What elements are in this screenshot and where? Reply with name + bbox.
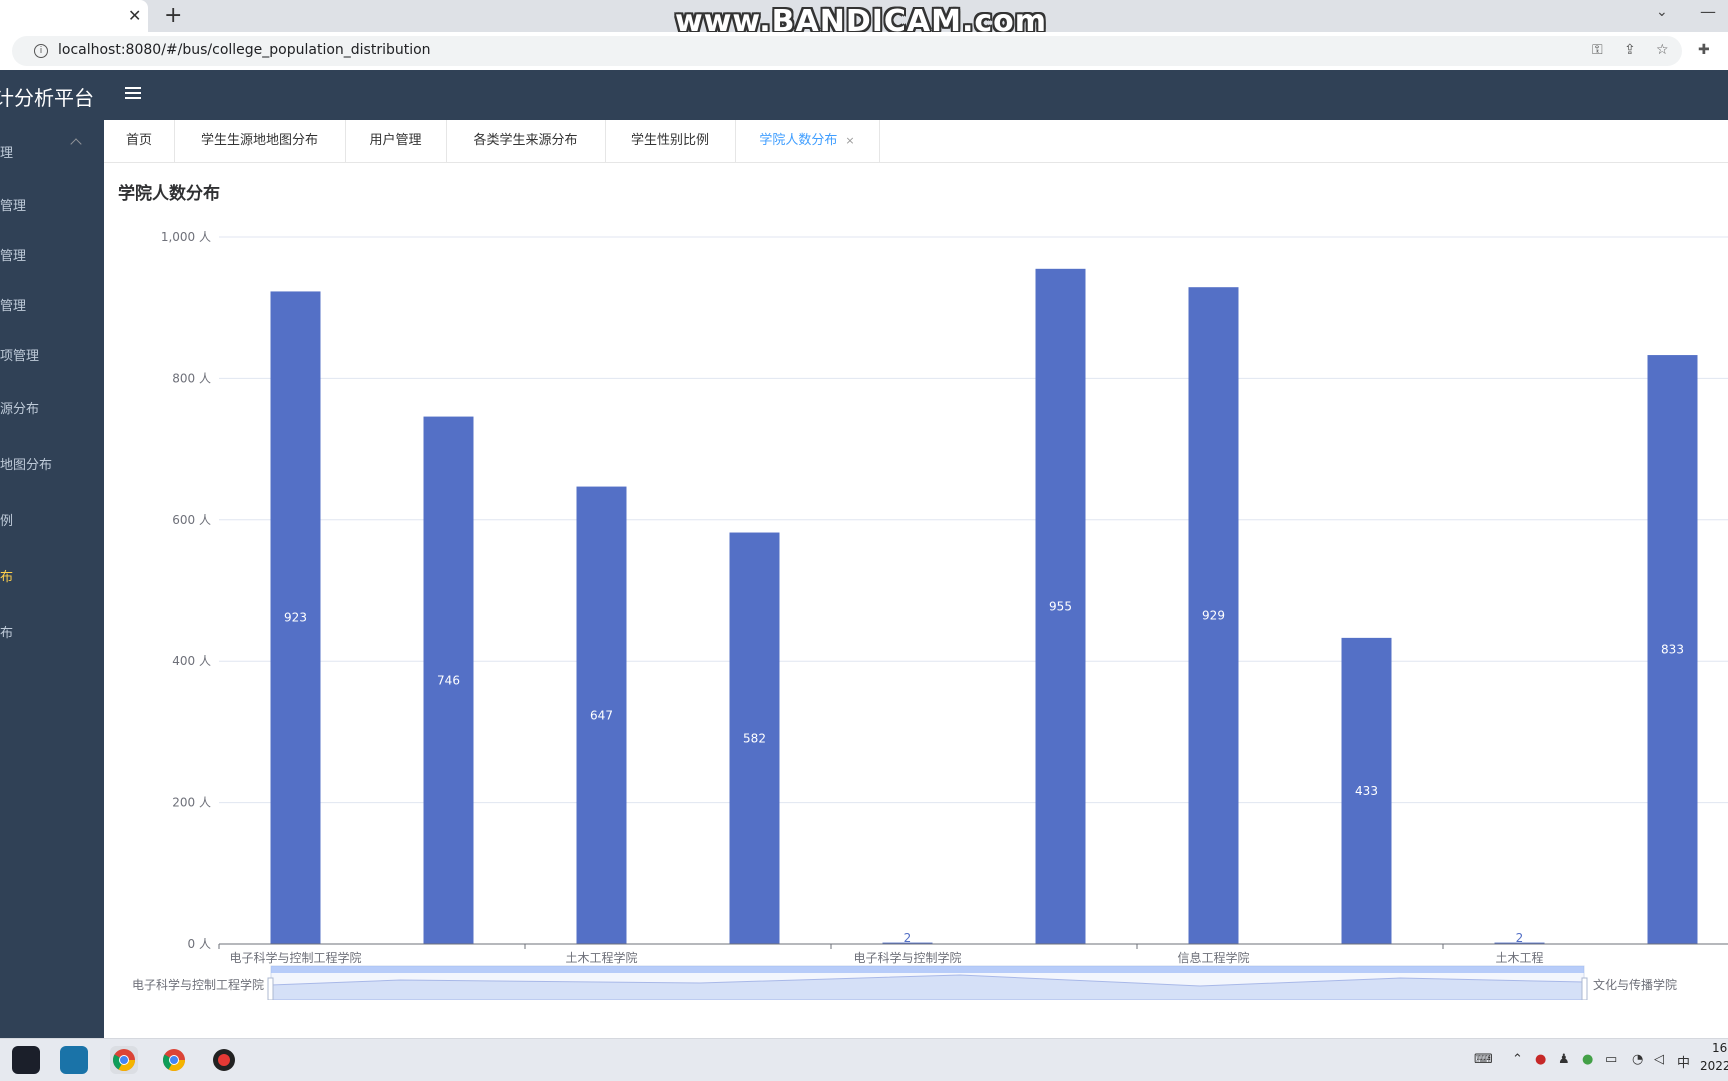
chevron-up-icon[interactable]: ⌃ [1512, 1052, 1523, 1067]
new-tab-icon[interactable]: + [164, 3, 182, 28]
datazoom-end-label: 文化与传播学院 [1593, 977, 1677, 992]
sidebar: 理 管理 管理 管理 项管理 源分布 地图分布 例 布 布 [0, 120, 104, 1038]
bar-labels: 923 746 647 582 2 955 929 433 2 833 [284, 599, 1684, 945]
url-text[interactable]: localhost:8080/#/bus/college_population_… [58, 42, 431, 58]
x-tick-label: 土木工程学院 [565, 950, 637, 965]
close-icon[interactable]: × [845, 134, 854, 147]
info-icon[interactable]: i [34, 44, 48, 58]
sidebar-item-9[interactable]: 布 [0, 622, 13, 641]
bar-value-label: 647 [590, 708, 613, 722]
sidebar-item-2[interactable]: 管理 [0, 245, 26, 264]
y-tick-label: 200 人 [172, 796, 211, 810]
qq-icon[interactable]: ♟ [1558, 1052, 1570, 1067]
tag-user-management[interactable]: 用户管理 [345, 120, 447, 162]
x-axis: 电子科学与控制工程学院 土木工程学院 电子科学与控制学院 信息工程学院 土木工程 [218, 943, 1728, 965]
sidebar-item-1[interactable]: 管理 [0, 195, 26, 214]
share-icon[interactable]: ⇪ [1624, 42, 1636, 58]
x-tick-label: 土木工程 [1495, 950, 1543, 965]
x-tick-label: 信息工程学院 [1177, 950, 1249, 965]
x-tick-label: 电子科学与控制学院 [853, 950, 961, 965]
wechat-icon[interactable]: ● [1582, 1052, 1593, 1067]
college-population-chart: 0 人 200 人 400 人 600 人 800 人 1,000 人 923 746 647… [132, 230, 1728, 1000]
bar-value-label: 433 [1355, 784, 1378, 798]
datazoom-start-label: 电子科学与控制工程学院 [132, 977, 264, 992]
tags-bar: 首页 学生生源地地图分布 用户管理 各类学生来源分布 学生性别比例 学院人数分布… [104, 120, 1728, 163]
sidebar-item-map-distribution[interactable]: 地图分布 [0, 454, 52, 473]
tag-home[interactable]: 首页 [104, 120, 175, 162]
url-field[interactable]: i localhost:8080/#/bus/college_populatio… [12, 36, 1682, 66]
y-tick-label: 0 人 [188, 937, 211, 951]
bar-value-label: 2 [1516, 931, 1524, 945]
bars [270, 268, 1698, 945]
y-tick-label: 400 人 [172, 654, 211, 668]
taskbar: ⌨ ⌃ ● ♟ ● ▭ ◔ ◁ 中 16 2022 [0, 1038, 1728, 1081]
sidebar-item-system[interactable]: 理 [0, 142, 13, 161]
sidebar-item-college-population[interactable]: 布 [0, 566, 13, 585]
tag-label: 学院人数分布 [759, 133, 838, 148]
sidebar-item-4[interactable]: 项管理 [0, 345, 39, 364]
browser-tab[interactable]: ✕ [0, 0, 148, 32]
tag-label: 用户管理 [369, 133, 422, 148]
sidebar-item-gender-ratio[interactable]: 例 [0, 510, 13, 529]
webstorm-icon[interactable] [60, 1046, 88, 1074]
ime-icon[interactable]: 中 [1677, 1052, 1690, 1071]
sidebar-item-3[interactable]: 管理 [0, 295, 26, 314]
volume-icon[interactable]: ◁ [1654, 1052, 1664, 1067]
tag-map-distribution[interactable]: 学生生源地地图分布 [174, 120, 346, 162]
close-icon[interactable]: ✕ [128, 6, 141, 25]
datazoom-slider: 电子科学与控制工程学院 文化与传播学院 [132, 965, 1677, 1000]
browser-tab-strip: ✕ + www.BANDICAM.com ⌄ — [0, 0, 1728, 39]
bar-value-label: 929 [1202, 609, 1225, 623]
chevron-up-icon[interactable] [70, 138, 82, 150]
minimize-icon[interactable]: — [1700, 2, 1716, 21]
bar-value-label: 2 [904, 931, 912, 945]
chrome-icon[interactable] [160, 1046, 188, 1074]
key-icon[interactable]: ⚿ [1592, 42, 1603, 58]
tag-source-distribution[interactable]: 各类学生来源分布 [446, 120, 606, 162]
star-icon[interactable]: ☆ [1656, 42, 1669, 58]
intellij-icon[interactable] [12, 1046, 40, 1074]
clock-time[interactable]: 16 [1712, 1041, 1727, 1055]
record-icon[interactable]: ● [1535, 1052, 1546, 1067]
tag-college-population[interactable]: 学院人数分布 × [735, 120, 880, 162]
bar-value-label: 746 [437, 673, 460, 687]
datazoom-handle-right [1581, 977, 1588, 1000]
app-title: 计分析平台 [0, 86, 94, 110]
bandicam-icon[interactable] [210, 1046, 238, 1074]
sidebar-item-source-distribution[interactable]: 源分布 [0, 398, 39, 417]
address-bar: i localhost:8080/#/bus/college_populatio… [0, 32, 1728, 70]
x-tick-label: 电子科学与控制工程学院 [229, 950, 361, 965]
y-axis-ticks: 0 人 200 人 400 人 600 人 800 人 1,000 人 [161, 230, 211, 951]
keyboard-icon[interactable]: ⌨ [1474, 1052, 1493, 1067]
hamburger-icon[interactable] [125, 87, 141, 101]
datazoom-selection [271, 966, 1584, 973]
wifi-icon[interactable]: ◔ [1632, 1052, 1643, 1067]
y-tick-label: 800 人 [172, 371, 211, 385]
tag-label: 学生生源地地图分布 [200, 133, 318, 148]
bar-value-label: 582 [743, 731, 766, 745]
extensions-icon[interactable]: ✚ [1698, 42, 1710, 58]
chevron-down-icon[interactable]: ⌄ [1656, 4, 1668, 20]
chrome-icon[interactable] [110, 1046, 138, 1074]
tag-label: 首页 [125, 133, 152, 148]
bar-value-label: 955 [1049, 599, 1072, 613]
datazoom-handle-left [267, 977, 274, 1000]
clock-date[interactable]: 2022 [1700, 1059, 1728, 1073]
battery-icon[interactable]: ▭ [1605, 1052, 1617, 1067]
bar-value-label: 923 [284, 611, 307, 625]
y-tick-label: 600 人 [172, 513, 211, 527]
tag-gender-ratio[interactable]: 学生性别比例 [605, 120, 736, 162]
bar-value-label: 833 [1661, 643, 1684, 657]
app-header: 计分析平台 [0, 70, 1728, 120]
tag-label: 各类学生来源分布 [473, 133, 578, 148]
tag-label: 学生性别比例 [630, 133, 709, 148]
y-tick-label: 1,000 人 [161, 230, 211, 244]
